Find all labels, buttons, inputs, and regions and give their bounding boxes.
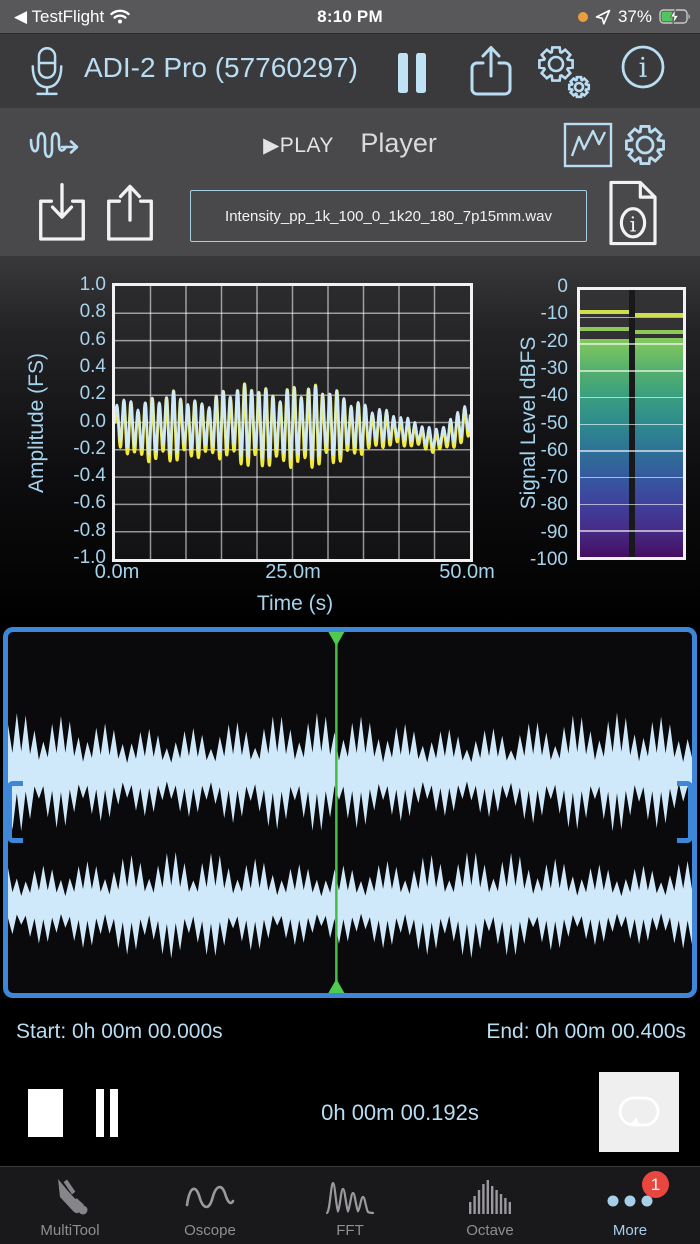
meter-tick: 0 <box>557 276 568 297</box>
oscope-icon <box>185 1185 235 1209</box>
pause-button-bar[interactable] <box>110 1089 118 1137</box>
meter-tick: -80 <box>540 494 568 516</box>
battery-percent: 37% <box>617 6 652 26</box>
file-info-icon[interactable]: i <box>606 180 660 246</box>
stop-button[interactable] <box>28 1089 63 1137</box>
playback-position: 0h 00m 00.192s <box>321 1100 479 1125</box>
tab-octave[interactable]: Octave <box>420 1167 560 1244</box>
share-icon[interactable] <box>468 44 514 98</box>
meter-tick: -10 <box>540 303 568 325</box>
player-title: Player <box>360 128 437 158</box>
play-mode-label: ▶PLAY <box>263 134 334 157</box>
loop-button[interactable] <box>599 1072 679 1152</box>
app-root: ◀ TestFlight 8:10 PM 37% ADI-2 Pro (5776… <box>0 0 700 1244</box>
info-icon[interactable]: i <box>620 44 666 90</box>
tab-label: MultiTool <box>40 1222 100 1239</box>
tab-label: Octave <box>466 1222 514 1239</box>
mic-in-use-indicator <box>577 11 588 22</box>
start-label: Start: <box>16 1020 67 1043</box>
scope-ytick: 0.0 <box>79 410 106 432</box>
location-arrow-icon <box>595 9 611 25</box>
pause-icon[interactable] <box>396 52 428 94</box>
meter-tick: -90 <box>540 521 568 543</box>
tab-fft[interactable]: FFT <box>280 1167 420 1244</box>
meter-tick: -100 <box>529 549 568 570</box>
meter-tick: -20 <box>540 330 568 352</box>
scope-xtick: 50.0m <box>439 561 495 583</box>
end-label: End: <box>486 1020 530 1043</box>
multitool-icon <box>58 1179 88 1215</box>
scope-ytick: -0.6 <box>73 492 106 514</box>
device-title: ADI-2 Pro (57760297) <box>84 52 358 83</box>
svg-text:i: i <box>639 53 648 84</box>
meter-tick: -70 <box>540 467 568 489</box>
scope-xtick: 0.0m <box>94 561 140 583</box>
scope-ytick: 0.4 <box>79 355 106 377</box>
fft-icon <box>325 1181 375 1215</box>
scope-ytick: -0.2 <box>73 437 106 459</box>
scope-ytick: 0.8 <box>79 301 106 323</box>
scope-ytick: -0.8 <box>73 519 106 541</box>
tab-multitool[interactable]: MultiTool <box>0 1167 140 1244</box>
selection-start: Start: 0h 00m 00.000s <box>16 1020 223 1044</box>
svg-text:i: i <box>630 212 637 236</box>
scope-ytick: 0.2 <box>79 383 106 405</box>
start-value: 0h 00m 00.000s <box>72 1020 223 1043</box>
tab-more[interactable]: 1 More <box>560 1167 700 1244</box>
meter-tick: -40 <box>540 385 568 407</box>
battery-charging-icon <box>659 8 690 25</box>
export-file-icon[interactable] <box>104 182 156 244</box>
scope-ytick: 1.0 <box>79 274 106 295</box>
settings-gears-icon[interactable] <box>534 42 596 102</box>
app-header: ADI-2 Pro (57760297) i <box>0 34 700 108</box>
status-bar: ◀ TestFlight 8:10 PM 37% <box>0 0 700 33</box>
scope-ytick: 0.6 <box>79 328 106 350</box>
selection-handle-right[interactable] <box>677 781 693 843</box>
scope-section: Amplitude (FS) 1.0 0.8 0.6 0.4 0.2 0.0 -0.2 -0.… <box>0 256 700 625</box>
status-right-cluster: 37% <box>577 0 692 33</box>
filename-field[interactable]: Intensity_pp_1k_100_0_1k20_180_7p15mm.wa… <box>190 190 587 242</box>
tab-oscope[interactable]: Oscope <box>140 1167 280 1244</box>
selection-handle-left[interactable] <box>7 781 23 843</box>
octave-icon <box>469 1180 511 1214</box>
meter-tick: -50 <box>540 412 568 434</box>
selection-end: End: 0h 00m 00.400s <box>486 1020 686 1044</box>
import-file-icon[interactable] <box>36 182 88 244</box>
meter-tick: -60 <box>540 439 568 461</box>
notification-badge: 1 <box>642 1171 669 1198</box>
scope-ytick: -0.4 <box>73 465 106 487</box>
tab-label: FFT <box>336 1222 364 1239</box>
meter-tick: -30 <box>540 357 568 379</box>
waveform-display[interactable] <box>8 632 692 993</box>
level-meter <box>577 287 686 560</box>
scope-xtick: 25.0m <box>265 561 321 583</box>
tab-bar: MultiTool Oscope FFT Octave 1 More <box>0 1166 700 1244</box>
oscilloscope-plot[interactable] <box>112 283 473 562</box>
loop-icon <box>618 1096 660 1127</box>
scope-x-axis-title: Time (s) <box>256 592 334 615</box>
tab-label: More <box>612 1222 648 1239</box>
pause-button-bar[interactable] <box>96 1089 104 1137</box>
chart-view-icon[interactable] <box>563 122 613 168</box>
player-settings-gear-icon[interactable] <box>620 120 670 170</box>
end-value: 0h 00m 00.400s <box>535 1020 686 1043</box>
waveform-editor[interactable] <box>3 627 697 998</box>
filename-text: Intensity_pp_1k_100_0_1k20_180_7p15mm.wa… <box>225 207 552 225</box>
player-panel: ▶PLAY Player Intensity_pp_1k_100_0_1k20_… <box>0 108 700 256</box>
tab-label: Oscope <box>184 1222 236 1239</box>
microphone-icon[interactable] <box>28 44 66 100</box>
